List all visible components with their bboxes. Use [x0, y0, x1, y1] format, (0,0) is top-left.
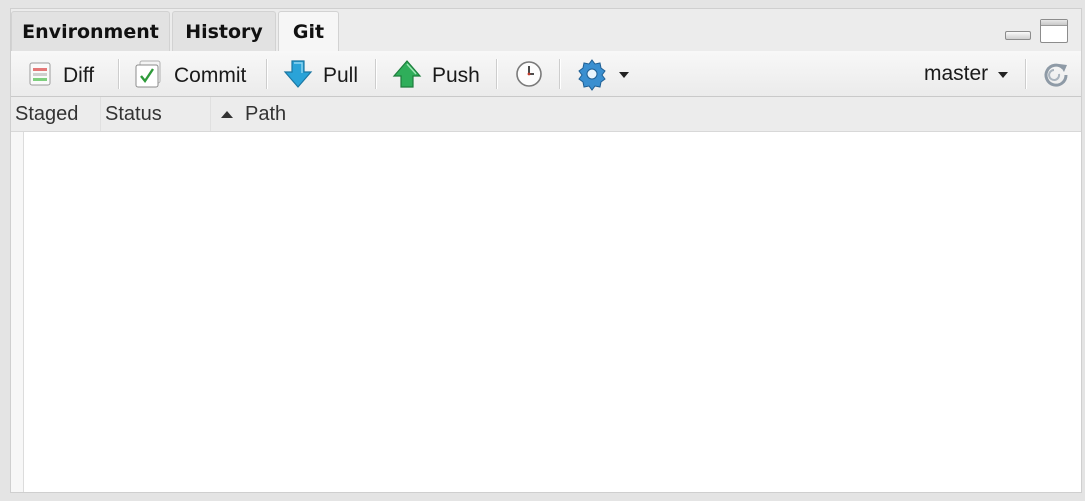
column-label: Status: [105, 102, 162, 125]
branch-name: master: [924, 61, 989, 85]
column-label: Path: [245, 102, 287, 125]
column-header-staged[interactable]: Staged: [11, 97, 100, 131]
chevron-down-icon: [998, 71, 1009, 78]
git-pane: Environment History Git Diff Commit Pull…: [10, 8, 1082, 493]
history-button[interactable]: [515, 51, 543, 96]
git-toolbar: Diff Commit Pull Push master: [11, 51, 1081, 97]
push-label: Push: [432, 63, 480, 87]
column-label: Staged: [15, 102, 79, 125]
changes-table-header: Staged Status Path: [11, 97, 1081, 132]
minimize-pane-button[interactable]: [1005, 31, 1031, 40]
column-header-path[interactable]: Path: [210, 97, 1081, 131]
diff-label: Diff: [63, 63, 95, 87]
maximize-pane-button[interactable]: [1040, 19, 1068, 43]
refresh-icon: [1041, 59, 1071, 89]
tab-environment[interactable]: Environment: [11, 11, 170, 51]
toolbar-separator: [1025, 59, 1026, 89]
chevron-down-icon: [619, 71, 629, 78]
toolbar-separator: [496, 59, 497, 89]
toolbar-separator: [118, 59, 119, 89]
table-gutter: [11, 132, 23, 492]
toolbar-separator: [266, 59, 267, 89]
refresh-button[interactable]: [1041, 51, 1071, 96]
more-menu-button[interactable]: [575, 51, 629, 96]
pull-label: Pull: [323, 63, 359, 87]
gear-icon: [575, 57, 609, 91]
branch-selector[interactable]: master: [924, 51, 1009, 96]
toolbar-separator: [559, 59, 560, 89]
pull-button[interactable]: Pull: [283, 51, 358, 96]
diff-button[interactable]: Diff: [27, 51, 94, 96]
column-header-status[interactable]: Status: [100, 97, 210, 131]
commit-label: Commit: [174, 63, 247, 87]
pull-arrow-down-icon: [283, 59, 313, 89]
tab-git[interactable]: Git: [278, 11, 339, 52]
push-arrow-up-icon: [392, 59, 422, 89]
changes-table-body: [11, 132, 1081, 492]
toolbar-separator: [375, 59, 376, 89]
commit-button[interactable]: Commit: [134, 51, 246, 96]
tab-strip: Environment History Git: [11, 9, 1081, 52]
diff-icon: [27, 61, 53, 87]
clock-icon: [515, 60, 543, 88]
push-button[interactable]: Push: [392, 51, 480, 96]
commit-checkbox-icon: [134, 59, 164, 89]
tab-history[interactable]: History: [172, 11, 276, 51]
sort-ascending-icon: [221, 110, 233, 118]
